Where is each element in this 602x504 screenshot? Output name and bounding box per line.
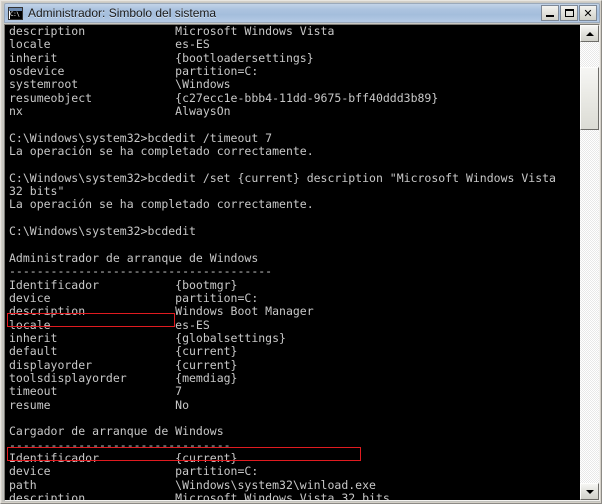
minimize-icon [546, 15, 554, 17]
scroll-up-button[interactable] [580, 25, 599, 42]
terminal-line: locale es-ES [9, 317, 210, 332]
terminal-line: inherit {globalsettings} [9, 330, 286, 345]
title-bar[interactable]: C:\ Administrador: Simbolo del sistema ✕ [4, 3, 600, 23]
terminal-line: -------------------------------- [9, 437, 231, 452]
terminal-line: resumeobject {c27ecc1e-bbb4-11dd-9675-bf… [9, 90, 439, 105]
terminal-line: Identificador {bootmgr} [9, 277, 238, 292]
chevron-up-icon [585, 31, 594, 36]
console-icon-text: C:\ [10, 10, 22, 19]
command-prompt-window: C:\ Administrador: Simbolo del sistema ✕… [0, 0, 602, 504]
terminal-line: locale es-ES [9, 37, 210, 52]
terminal-line: description Microsoft Windows Vista [9, 25, 335, 38]
scroll-down-button[interactable] [580, 483, 599, 500]
terminal-line: path \Windows\system32\winload.exe [9, 477, 376, 492]
maximize-button[interactable] [560, 5, 578, 21]
terminal-line: systemroot \Windows [9, 77, 231, 92]
maximize-icon [564, 9, 574, 17]
minimize-button[interactable] [541, 5, 559, 21]
chevron-down-icon [585, 489, 594, 494]
terminal-line: Identificador {current} [9, 451, 238, 465]
terminal-line: displayorder {current} [9, 357, 238, 372]
terminal-line: device partition=C: [9, 290, 259, 305]
window-title: Administrador: Simbolo del sistema [28, 6, 217, 20]
terminal-line: La operación se ha completado correctame… [9, 144, 314, 159]
terminal-line: osdevice partition=C: [9, 64, 259, 79]
terminal-line: 32 bits" [9, 184, 65, 199]
terminal-line: inherit {bootloadersettings} [9, 50, 314, 65]
terminal-line: nx AlwaysOn [9, 104, 231, 119]
terminal-line: -------------------------------------- [9, 264, 273, 279]
scrollbar-thumb[interactable] [580, 67, 599, 130]
terminal-line: La operación se ha completado correctame… [9, 197, 314, 212]
close-icon: ✕ [583, 6, 593, 20]
console-window-icon: C:\ [8, 6, 23, 20]
terminal-line: C:\Windows\system32>bcdedit /set {curren… [9, 170, 556, 185]
terminal-line: default {current} [9, 344, 238, 359]
terminal-line: C:\Windows\system32>bcdedit [9, 224, 196, 239]
terminal-line: Cargador de arranque de Windows [9, 424, 224, 439]
terminal-text: description Microsoft Windows Vista local… [9, 25, 556, 500]
console-output-area[interactable]: description Microsoft Windows Vista local… [5, 25, 579, 500]
window-controls: ✕ [541, 5, 599, 21]
terminal-line: device partition=C: [9, 464, 259, 479]
terminal-line: Administrador de arranque de Windows [9, 250, 259, 265]
close-button[interactable]: ✕ [579, 5, 597, 21]
vertical-scrollbar[interactable] [579, 25, 599, 500]
terminal-line: timeout 7 [9, 384, 183, 399]
terminal-line: resume No [9, 397, 190, 412]
console-container: description Microsoft Windows Vista local… [4, 24, 600, 501]
terminal-line: description Microsoft Windows Vista 32 b… [9, 491, 390, 500]
terminal-line: C:\Windows\system32>bcdedit /timeout 7 [9, 130, 273, 145]
terminal-line: description Windows Boot Manager [9, 304, 314, 319]
terminal-line: toolsdisplayorder {memdiag} [9, 370, 238, 385]
